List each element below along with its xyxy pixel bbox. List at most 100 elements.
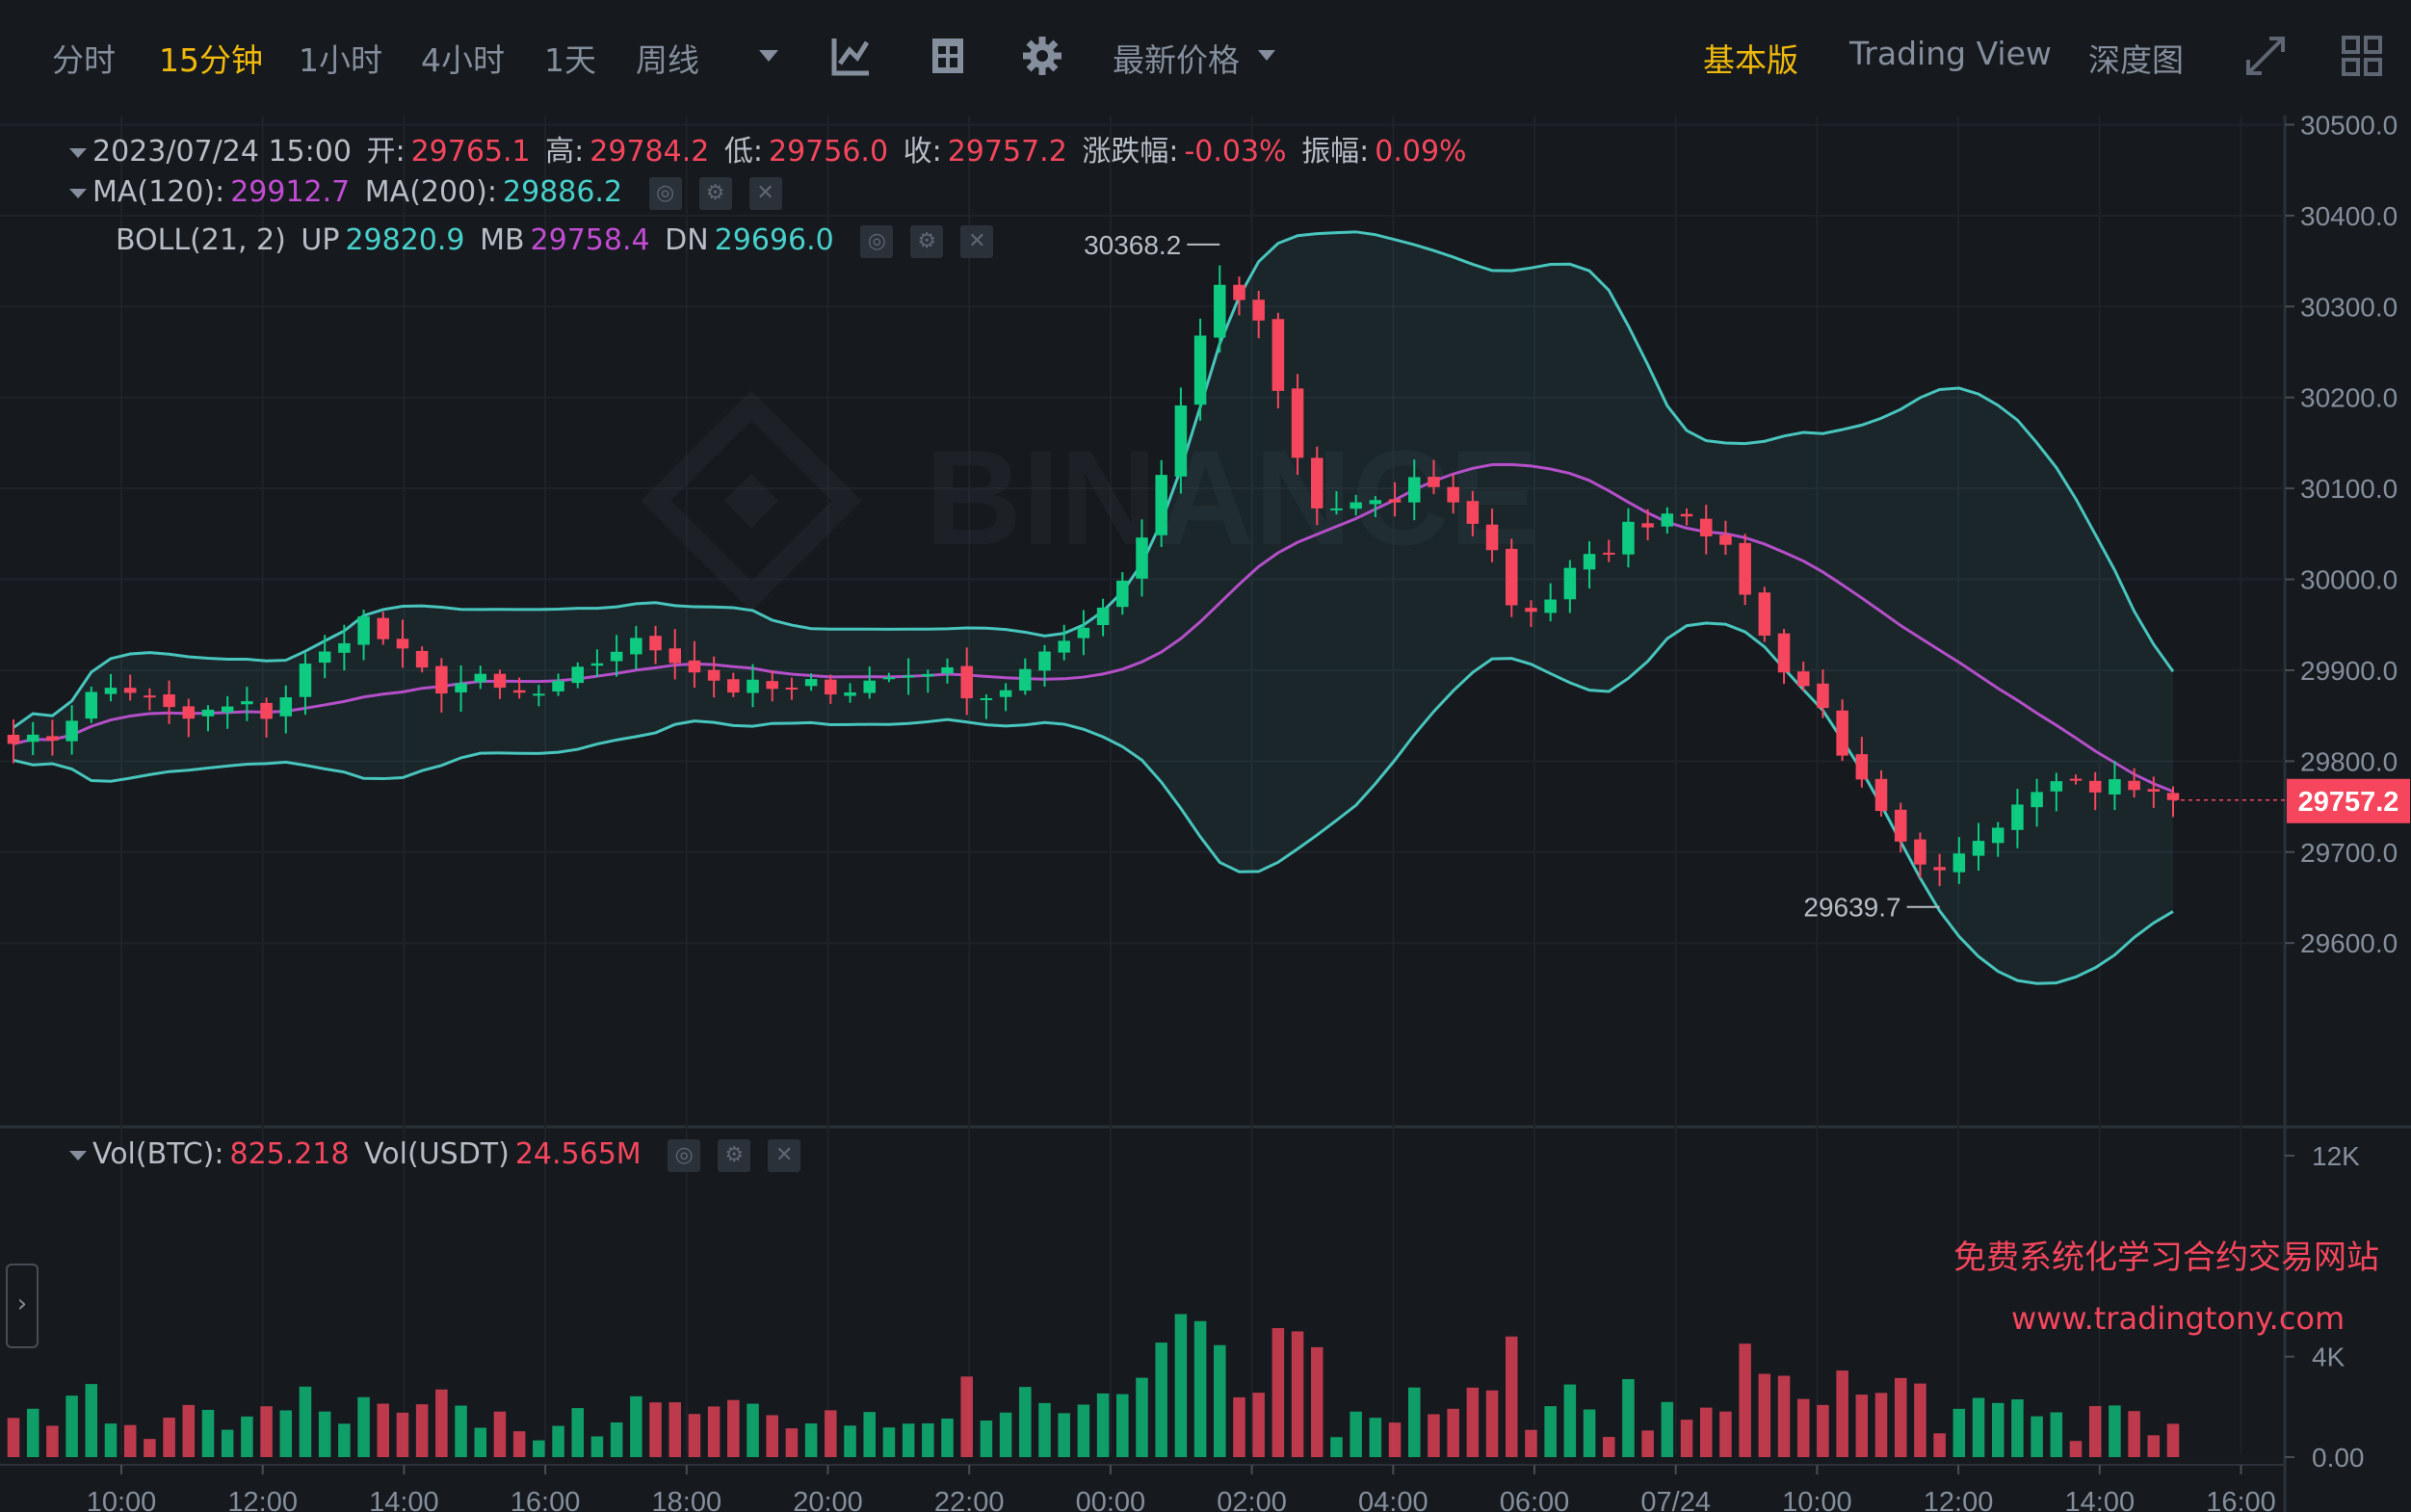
volume-bar: [435, 1389, 448, 1457]
vol-usdt-label: Vol(USDT): [364, 1137, 510, 1171]
boll-dn-value: 29696.0: [714, 223, 834, 257]
collapse-ma-icon[interactable]: [69, 188, 87, 198]
candle-body: [318, 651, 331, 664]
price-type-select[interactable]: 最新价格: [1113, 35, 1240, 81]
grid-layout-icon[interactable]: [2341, 35, 2383, 77]
candle-body: [1563, 567, 1577, 600]
collapse-ohlc-icon[interactable]: [69, 147, 87, 158]
extreme-price-label: 29639.7: [1803, 893, 1900, 923]
settings-icon[interactable]: ⚙: [910, 224, 944, 258]
last-price-value: 29757.2: [2298, 787, 2399, 818]
expand-panel-button[interactable]: ›: [6, 1264, 39, 1348]
volume-bar: [260, 1406, 273, 1457]
volume-bar: [201, 1409, 215, 1457]
candle-body: [668, 648, 682, 664]
collapse-volume-icon[interactable]: [69, 1150, 87, 1160]
candle-body: [610, 651, 623, 662]
volume-bar: [2088, 1406, 2102, 1457]
view-basic[interactable]: 基本版: [1703, 35, 1798, 81]
candle-body: [1428, 477, 1440, 487]
time-tick-label: 00:00: [1076, 1487, 1146, 1512]
price-tick-label: 29800.0: [2300, 746, 2398, 776]
time-tick-label: 04:00: [1358, 1487, 1428, 1512]
close-icon[interactable]: ✕: [748, 176, 782, 210]
volume-bar: [2109, 1405, 2121, 1457]
candle-body: [1116, 580, 1129, 608]
volume-bar: [493, 1411, 507, 1457]
settings-icon[interactable]: ⚙: [698, 176, 732, 210]
volume-bar: [552, 1425, 564, 1457]
candle-body: [260, 702, 273, 719]
candle-body: [1447, 486, 1459, 503]
volume-bar: [1330, 1437, 1343, 1457]
volume-bar: [396, 1412, 409, 1457]
interval-1d[interactable]: 1天: [544, 35, 596, 81]
hide-eye-icon[interactable]: ◎: [668, 1138, 701, 1172]
volume-bar: [1174, 1314, 1188, 1457]
more-intervals-dropdown-icon[interactable]: [749, 46, 788, 65]
fullscreen-icon[interactable]: [2244, 35, 2287, 77]
candle-body: [1602, 552, 1615, 555]
price-type-chevron-icon[interactable]: [1252, 46, 1281, 65]
candle-body: [182, 706, 196, 719]
volume-bar: [1311, 1346, 1323, 1457]
close-icon[interactable]: ✕: [960, 224, 994, 258]
volume-tick-label: 12K: [2312, 1141, 2360, 1171]
volume-bar: [1388, 1422, 1402, 1457]
settings-icon[interactable]: ⚙: [718, 1138, 751, 1172]
candle-body: [688, 660, 701, 673]
time-tick-label: 16:00: [511, 1487, 581, 1512]
view-tradingview[interactable]: Trading View: [1849, 35, 2052, 72]
candle-body: [785, 687, 799, 690]
volume-bar: [2069, 1441, 2083, 1457]
indicators-icon[interactable]: [830, 35, 873, 77]
volume-bar: [299, 1386, 312, 1457]
volume-bar: [668, 1402, 682, 1457]
volume-bar: [1719, 1411, 1732, 1457]
candle-body: [941, 666, 954, 674]
volume-bar: [1991, 1402, 2005, 1457]
close-value: 29757.2: [947, 135, 1067, 169]
hide-eye-icon[interactable]: ◎: [648, 176, 682, 210]
boll-up-value: 29820.9: [345, 223, 465, 257]
vol-usdt-value: 24.565M: [514, 1137, 642, 1171]
candle-body: [435, 665, 448, 694]
volume-bar: [1447, 1408, 1459, 1457]
interval-4h[interactable]: 4小时: [421, 35, 505, 81]
candle-body: [902, 675, 915, 678]
volume-bar: [1952, 1408, 1966, 1457]
time-tick-label: 10:00: [87, 1487, 157, 1512]
candle-body: [804, 679, 818, 687]
volume-bar: [999, 1412, 1012, 1457]
candle-body: [1836, 710, 1848, 756]
volume-bar: [1914, 1383, 1926, 1457]
close-icon[interactable]: ✕: [768, 1138, 801, 1172]
interval-week[interactable]: 周线: [636, 35, 699, 81]
volume-bar: [1096, 1393, 1110, 1457]
chart-toolbar: 分时 15分钟 1小时 4小时 1天 周线 最新价格 基本版 Trading V…: [0, 0, 2411, 116]
interval-1h[interactable]: 1小时: [299, 35, 382, 81]
volume-bar: [46, 1425, 59, 1457]
volume-bar: [1214, 1344, 1226, 1457]
settings-gear-icon[interactable]: [1021, 35, 1063, 77]
candle-body: [1408, 477, 1421, 503]
interval-time-line[interactable]: 分时: [52, 35, 116, 81]
view-depth[interactable]: 深度图: [2088, 35, 2184, 81]
candle-body: [46, 736, 59, 741]
high-label: 高:: [545, 135, 585, 169]
hide-eye-icon[interactable]: ◎: [860, 224, 894, 258]
legend-time: 2023/07/24 15:00: [92, 135, 352, 169]
candle-body: [338, 642, 351, 653]
time-tick-label: 12:00: [1924, 1487, 1994, 1512]
candle-body: [1874, 778, 1888, 812]
candle-body: [1855, 754, 1869, 780]
interval-15m[interactable]: 15分钟: [159, 35, 263, 81]
promo-watermark-title: 免费系统化学习合约交易网站: [1953, 1238, 2379, 1277]
volume-bar: [182, 1404, 196, 1457]
chart-layout-icon[interactable]: [927, 35, 969, 77]
candle-body: [163, 694, 175, 708]
candle-body: [727, 679, 740, 693]
ohlc-legend: 2023/07/24 15:00 开: 29765.1 高: 29784.2 低: 2…: [69, 127, 1473, 169]
candle-body: [66, 720, 78, 742]
candle-body: [747, 679, 759, 693]
